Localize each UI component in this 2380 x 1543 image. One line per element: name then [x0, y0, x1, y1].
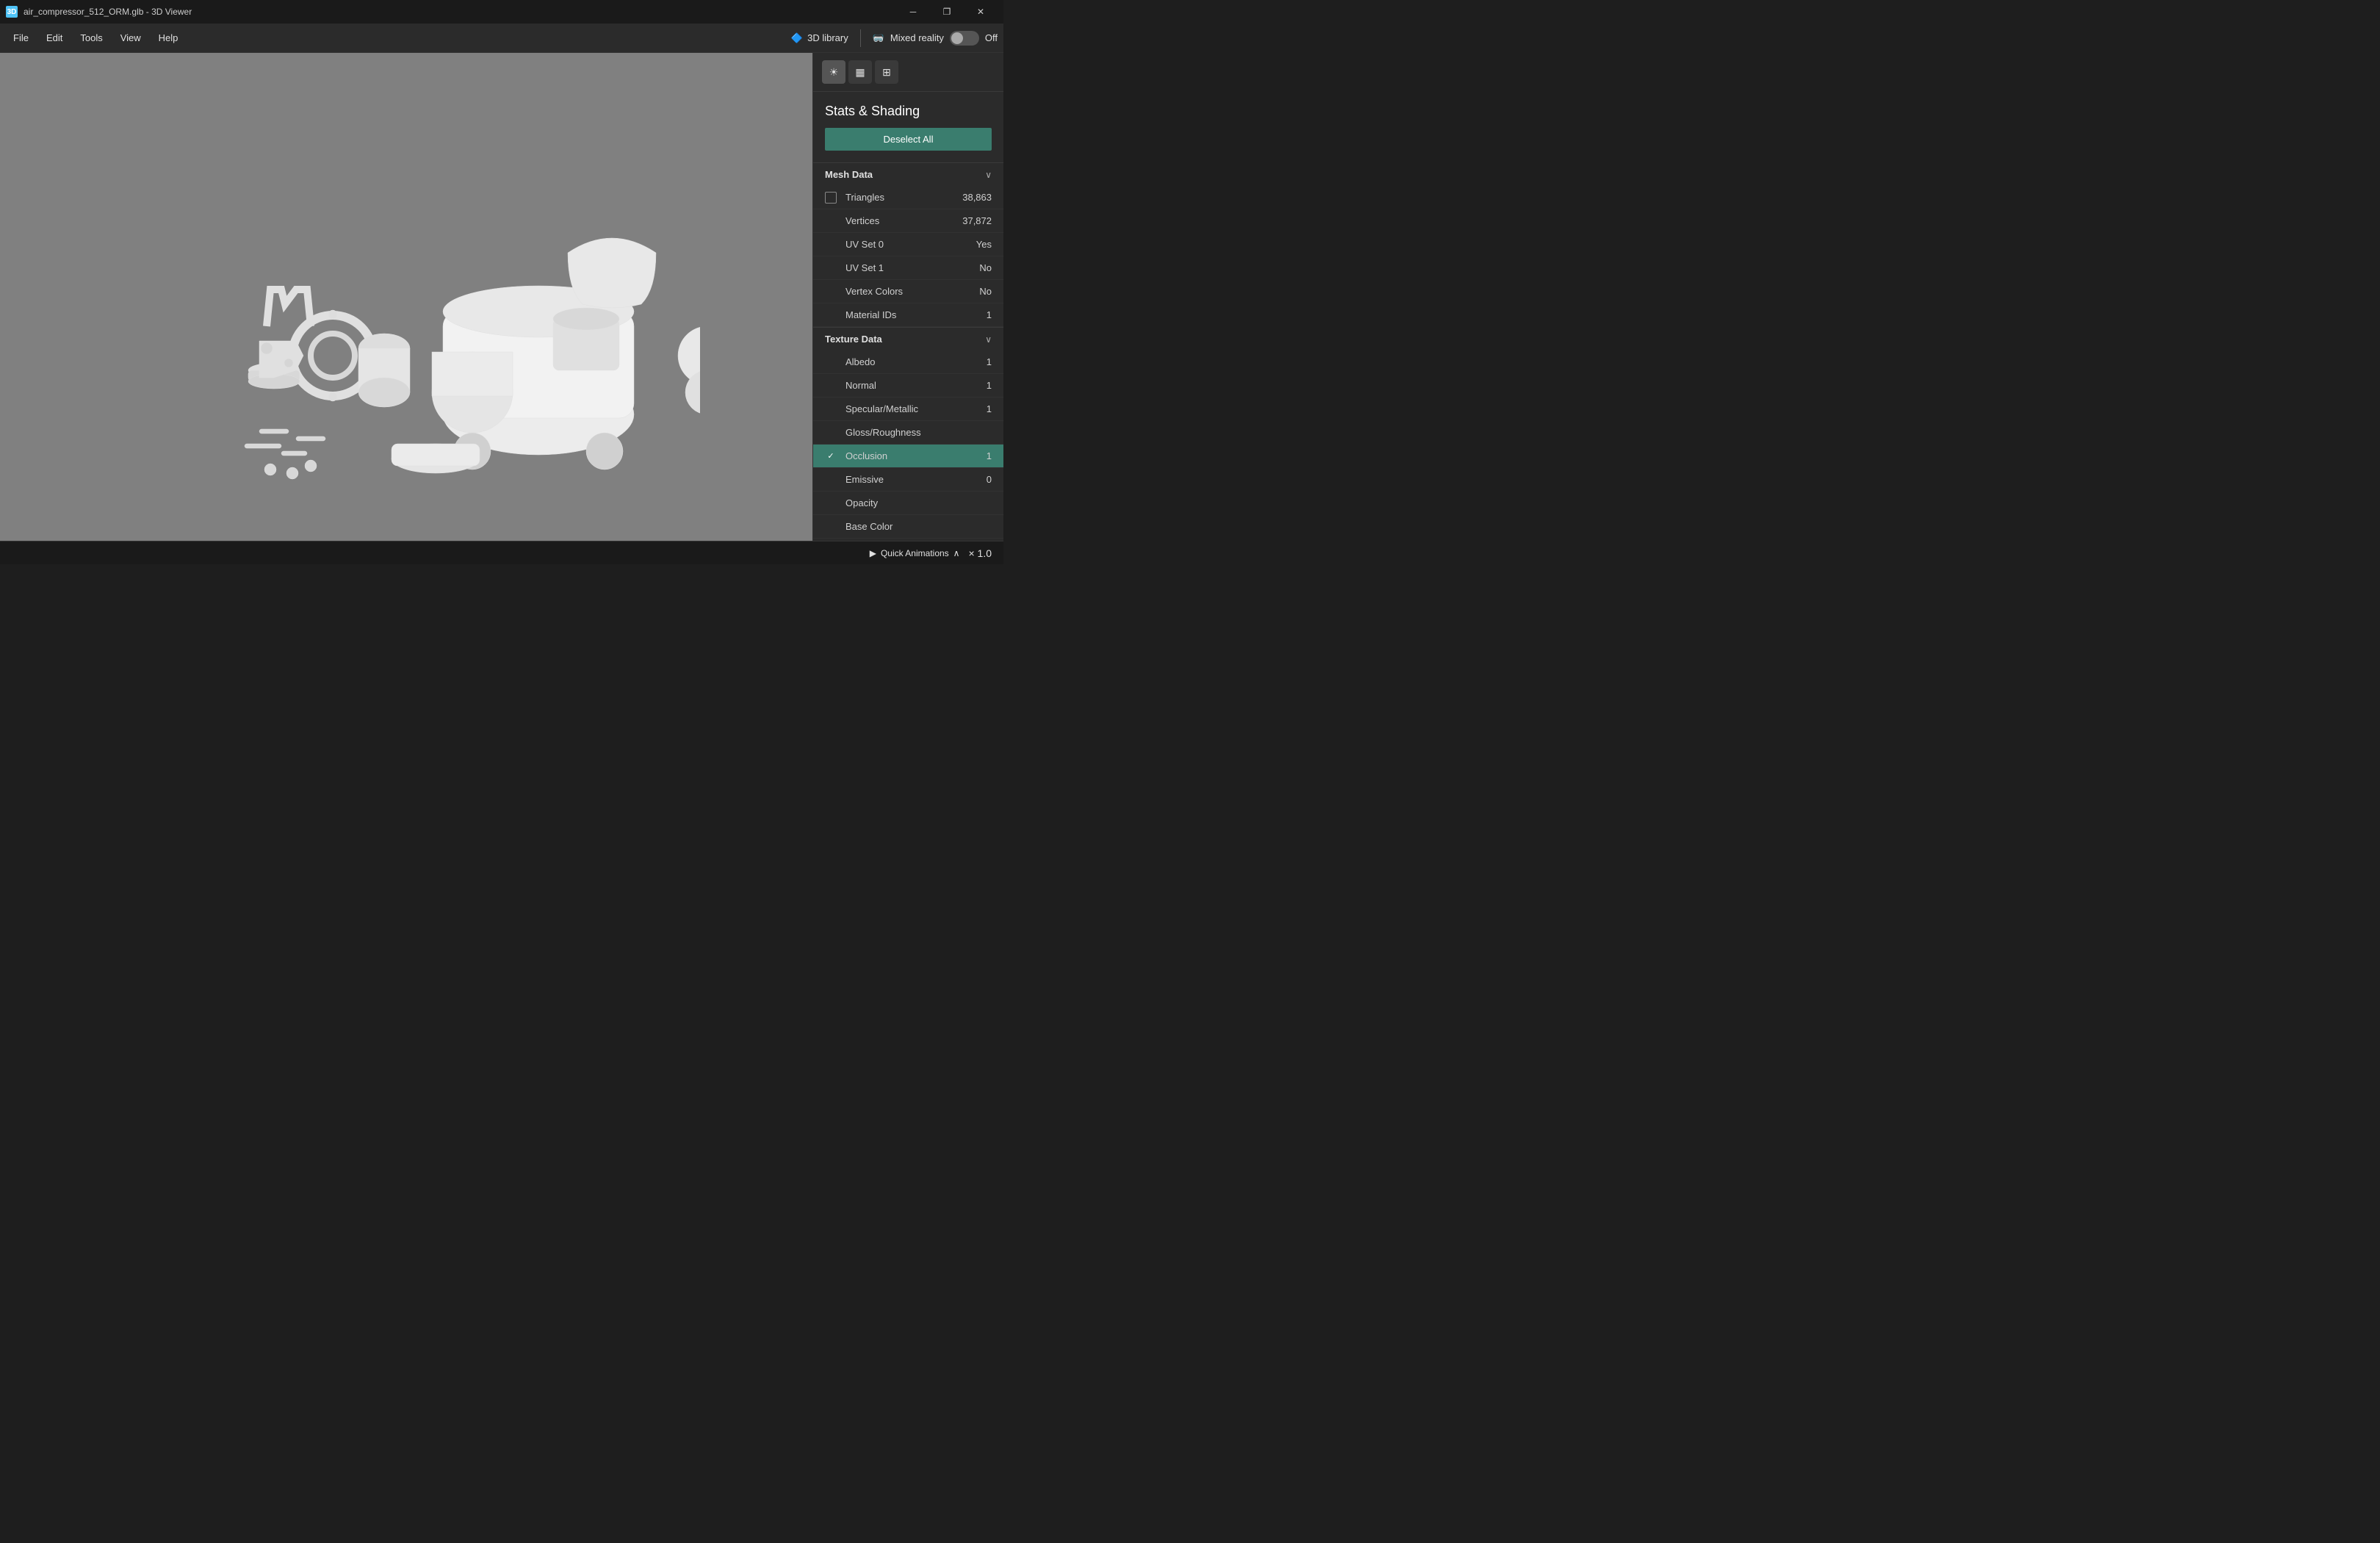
quick-anim-chevron-icon: ∧ [953, 548, 960, 558]
menu-bar: File Edit Tools View Help 🔷 3D library 🥽… [0, 24, 1003, 53]
specular-metallic-value: 1 [987, 403, 992, 414]
model-container [0, 53, 812, 541]
table-row[interactable]: Emissive 0 [813, 468, 1003, 492]
quick-anim-label: Quick Animations [881, 548, 949, 558]
triangles-label: Triangles [845, 192, 962, 203]
mr-state: Off [985, 32, 998, 43]
panel-content: Stats & Shading Deselect All Mesh Data ∨… [813, 92, 1003, 541]
menu-tools[interactable]: Tools [73, 29, 109, 46]
table-row[interactable]: ✓ Occlusion 1 [813, 445, 1003, 468]
vertices-value: 37,872 [962, 215, 992, 226]
emissive-value: 0 [987, 474, 992, 485]
table-row[interactable]: Albedo 1 [813, 350, 1003, 374]
table-row[interactable]: Triangles 38,863 [813, 186, 1003, 209]
library-icon: 🔷 [791, 32, 803, 44]
zoom-level: × 1.0 [968, 547, 992, 559]
triangles-checkbox[interactable] [825, 192, 837, 204]
texture-data-chevron: ∨ [985, 334, 992, 345]
menu-right: 🔷 3D library 🥽 Mixed reality Off [791, 29, 998, 47]
normal-value: 1 [987, 380, 992, 391]
panel-title: Stats & Shading [813, 92, 1003, 128]
gloss-roughness-label: Gloss/Roughness [845, 427, 992, 438]
material-ids-label: Material IDs [845, 309, 987, 320]
mesh-data-chevron: ∨ [985, 170, 992, 180]
bottom-bar: ▶ Quick Animations ∧ × 1.0 [0, 541, 1003, 564]
vertices-label: Vertices [845, 215, 962, 226]
material-ids-value: 1 [987, 309, 992, 320]
uv-set-1-value: No [979, 262, 992, 273]
vertex-colors-label: Vertex Colors [845, 286, 979, 297]
library-button[interactable]: 🔷 3D library [791, 32, 848, 44]
mr-label: Mixed reality [890, 32, 944, 43]
table-row[interactable]: UV Set 1 No [813, 256, 1003, 280]
specular-metallic-label: Specular/Metallic [845, 403, 987, 414]
sun-icon: ☀ [829, 66, 839, 79]
albedo-label: Albedo [845, 356, 987, 367]
triangles-value: 38,863 [962, 192, 992, 203]
menu-left: File Edit Tools View Help [6, 29, 185, 46]
mesh-data-label: Mesh Data [825, 169, 873, 180]
deselect-all-button[interactable]: Deselect All [825, 128, 992, 151]
emissive-label: Emissive [845, 474, 987, 485]
menu-edit[interactable]: Edit [39, 29, 70, 46]
menu-help[interactable]: Help [151, 29, 186, 46]
main-area: ☀ ▦ ⊞ Stats & Shading Deselect All Mesh … [0, 53, 1003, 541]
title-bar: 3D air_compressor_512_ORM.glb - 3D Viewe… [0, 0, 1003, 24]
chart-tool-button[interactable]: ▦ [848, 60, 872, 84]
table-row[interactable]: Specular/Metallic 1 [813, 398, 1003, 421]
occlusion-checkbox[interactable]: ✓ [825, 450, 837, 462]
title-bar-left: 3D air_compressor_512_ORM.glb - 3D Viewe… [6, 6, 192, 18]
mr-toggle-knob [951, 32, 963, 44]
maximize-button[interactable]: ❐ [930, 0, 964, 24]
quick-animations-button[interactable]: ▶ Quick Animations ∧ [870, 548, 960, 558]
opacity-label: Opacity [845, 497, 992, 508]
vertex-colors-value: No [979, 286, 992, 297]
occlusion-value: 1 [987, 450, 992, 461]
mr-icon: 🥽 [873, 32, 884, 44]
3d-model [112, 76, 700, 517]
table-row[interactable]: Vertex Colors No [813, 280, 1003, 303]
uv-set-0-label: UV Set 0 [845, 239, 976, 250]
grid-icon: ⊞ [882, 66, 891, 79]
texture-data-section-header[interactable]: Texture Data ∨ [813, 327, 1003, 350]
occlusion-label: Occlusion [845, 450, 987, 461]
chart-icon: ▦ [855, 66, 865, 79]
table-row[interactable]: Base Color [813, 515, 1003, 539]
right-panel: ☀ ▦ ⊞ Stats & Shading Deselect All Mesh … [812, 53, 1003, 541]
minimize-button[interactable]: ─ [896, 0, 930, 24]
albedo-value: 1 [987, 356, 992, 367]
quick-anim-icon: ▶ [870, 548, 876, 558]
base-color-label: Base Color [845, 521, 992, 532]
library-label: 3D library [807, 32, 848, 43]
uv-set-1-label: UV Set 1 [845, 262, 979, 273]
mesh-data-section-header[interactable]: Mesh Data ∨ [813, 162, 1003, 186]
close-button[interactable]: ✕ [964, 0, 998, 24]
menu-divider [860, 29, 861, 47]
sun-tool-button[interactable]: ☀ [822, 60, 845, 84]
table-row[interactable]: Material IDs 1 [813, 303, 1003, 327]
table-row[interactable]: Opacity [813, 492, 1003, 515]
viewport[interactable] [0, 53, 812, 541]
normal-label: Normal [845, 380, 987, 391]
table-row[interactable]: Normal 1 [813, 374, 1003, 398]
mixed-reality-section: 🥽 Mixed reality Off [873, 31, 998, 46]
app-icon: 3D [6, 6, 18, 18]
menu-file[interactable]: File [6, 29, 36, 46]
table-row[interactable]: Gloss/Roughness [813, 421, 1003, 445]
window-title: air_compressor_512_ORM.glb - 3D Viewer [24, 7, 192, 17]
table-row[interactable]: Vertices 37,872 [813, 209, 1003, 233]
mr-toggle[interactable] [950, 31, 979, 46]
menu-view[interactable]: View [113, 29, 148, 46]
texture-data-label: Texture Data [825, 334, 882, 345]
table-row[interactable]: UV Set 0 Yes [813, 233, 1003, 256]
grid-tool-button[interactable]: ⊞ [875, 60, 898, 84]
panel-toolbar: ☀ ▦ ⊞ [813, 53, 1003, 92]
title-bar-controls: ─ ❐ ✕ [896, 0, 998, 24]
uv-set-0-value: Yes [976, 239, 992, 250]
